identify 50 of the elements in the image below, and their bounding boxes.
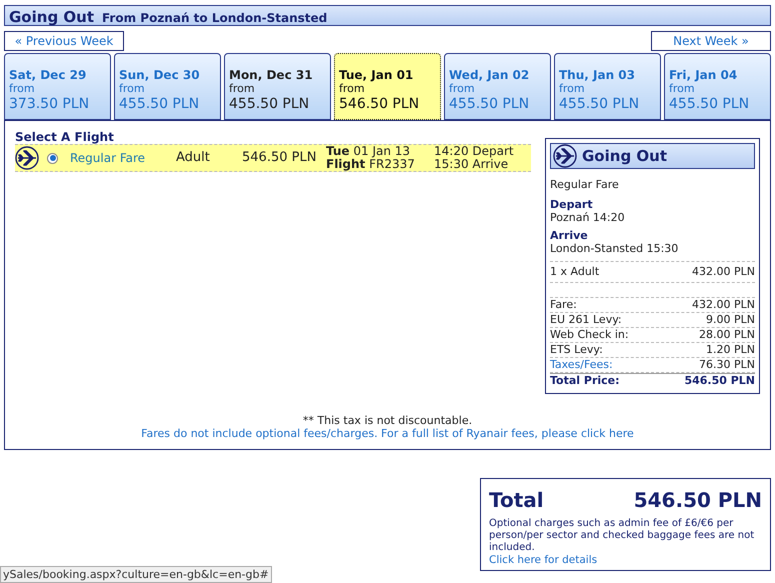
details-link[interactable]: Click here for details: [489, 554, 762, 566]
fee-amount: 546.50 PLN: [684, 374, 755, 388]
flight-date: Tue 01 Jan 13: [326, 145, 412, 158]
total-amount: 546.50 PLN: [634, 487, 762, 514]
flight-price: 546.50 PLN: [242, 149, 318, 168]
fee-label: ETS Levy:: [550, 343, 603, 357]
next-week-button[interactable]: Next Week »: [651, 31, 771, 51]
fee-link[interactable]: Taxes/Fees:: [550, 358, 613, 372]
fee-label: Web Check in:: [550, 328, 629, 342]
summary-title: Going Out: [582, 146, 667, 167]
status-bar: ySales/booking.aspx?culture=en-gb&lc=en-gb#: [0, 566, 272, 583]
fee-amount: 9.00 PLN: [706, 313, 755, 327]
airplane-icon: [15, 146, 39, 170]
depart-value: Poznań 14:20: [550, 210, 626, 224]
flight-row[interactable]: Regular Fare Adult 546.50 PLN Tue 01 Jan 13 Flight FR2337 14:20 Depart 15:30 Arrive: [15, 144, 531, 172]
flight-number: Flight FR2337: [326, 158, 416, 171]
day-tab[interactable]: Sun, Dec 30 from 455.50 PLN: [114, 53, 221, 120]
fee-amount: 1.20 PLN: [706, 343, 755, 357]
tax-note: ** This tax is not discountable.: [302, 414, 474, 427]
previous-week-button[interactable]: « Previous Week: [4, 31, 124, 51]
day-tab[interactable]: Thu, Jan 03 from 455.50 PLN: [554, 53, 661, 120]
arrive-label: Arrive: [550, 228, 589, 242]
day-tab[interactable]: Tue, Jan 01 from 546.50 PLN: [334, 53, 441, 120]
passenger-label: 1 x Adult: [550, 264, 600, 280]
day-tab[interactable]: Mon, Dec 31 from 455.50 PLN: [224, 53, 331, 120]
header-title: Going Out: [9, 7, 94, 28]
depart-label: Depart: [550, 198, 594, 210]
total-label: Total: [489, 487, 544, 514]
depart-time: 14:20 Depart: [434, 145, 514, 158]
fee-amount: 28.00 PLN: [699, 328, 755, 342]
day-tab[interactable]: Wed, Jan 02 from 455.50 PLN: [444, 53, 551, 120]
fee-amount: 432.00 PLN: [692, 298, 755, 312]
select-flight-heading: Select A Flight: [15, 131, 115, 144]
fare-radio[interactable]: [47, 152, 58, 164]
route-text: From Poznań to London-Stansted: [102, 10, 328, 27]
arrive-value: London-Stansted 15:30: [550, 242, 680, 254]
fee-label: Fare:: [550, 298, 577, 312]
fee-label: EU 261 Levy:: [550, 313, 622, 327]
fare-link[interactable]: Regular Fare: [70, 149, 176, 167]
optional-charges-note: Optional charges such as admin fee of £6/€6 per person/per sector and checked baggage fees are not included.: [489, 518, 756, 554]
passenger-text: Adult: [176, 149, 211, 168]
arrive-time: 15:30 Arrive: [434, 158, 508, 171]
fee-amount: 76.30 PLN: [699, 358, 755, 372]
day-tab[interactable]: Fri, Jan 04 from 455.50 PLN: [664, 53, 771, 120]
fee-label: Total Price:: [550, 374, 620, 388]
summary-fare: Regular Fare: [550, 177, 620, 193]
fees-link[interactable]: Fares do not include optional fees/charges. For a full list of Ryanair fees, please click here: [141, 427, 634, 440]
passenger-amount: 432.00 PLN: [692, 264, 755, 280]
airplane-icon: [553, 144, 577, 168]
day-tab[interactable]: Sat, Dec 29 from 373.50 PLN: [4, 53, 111, 120]
